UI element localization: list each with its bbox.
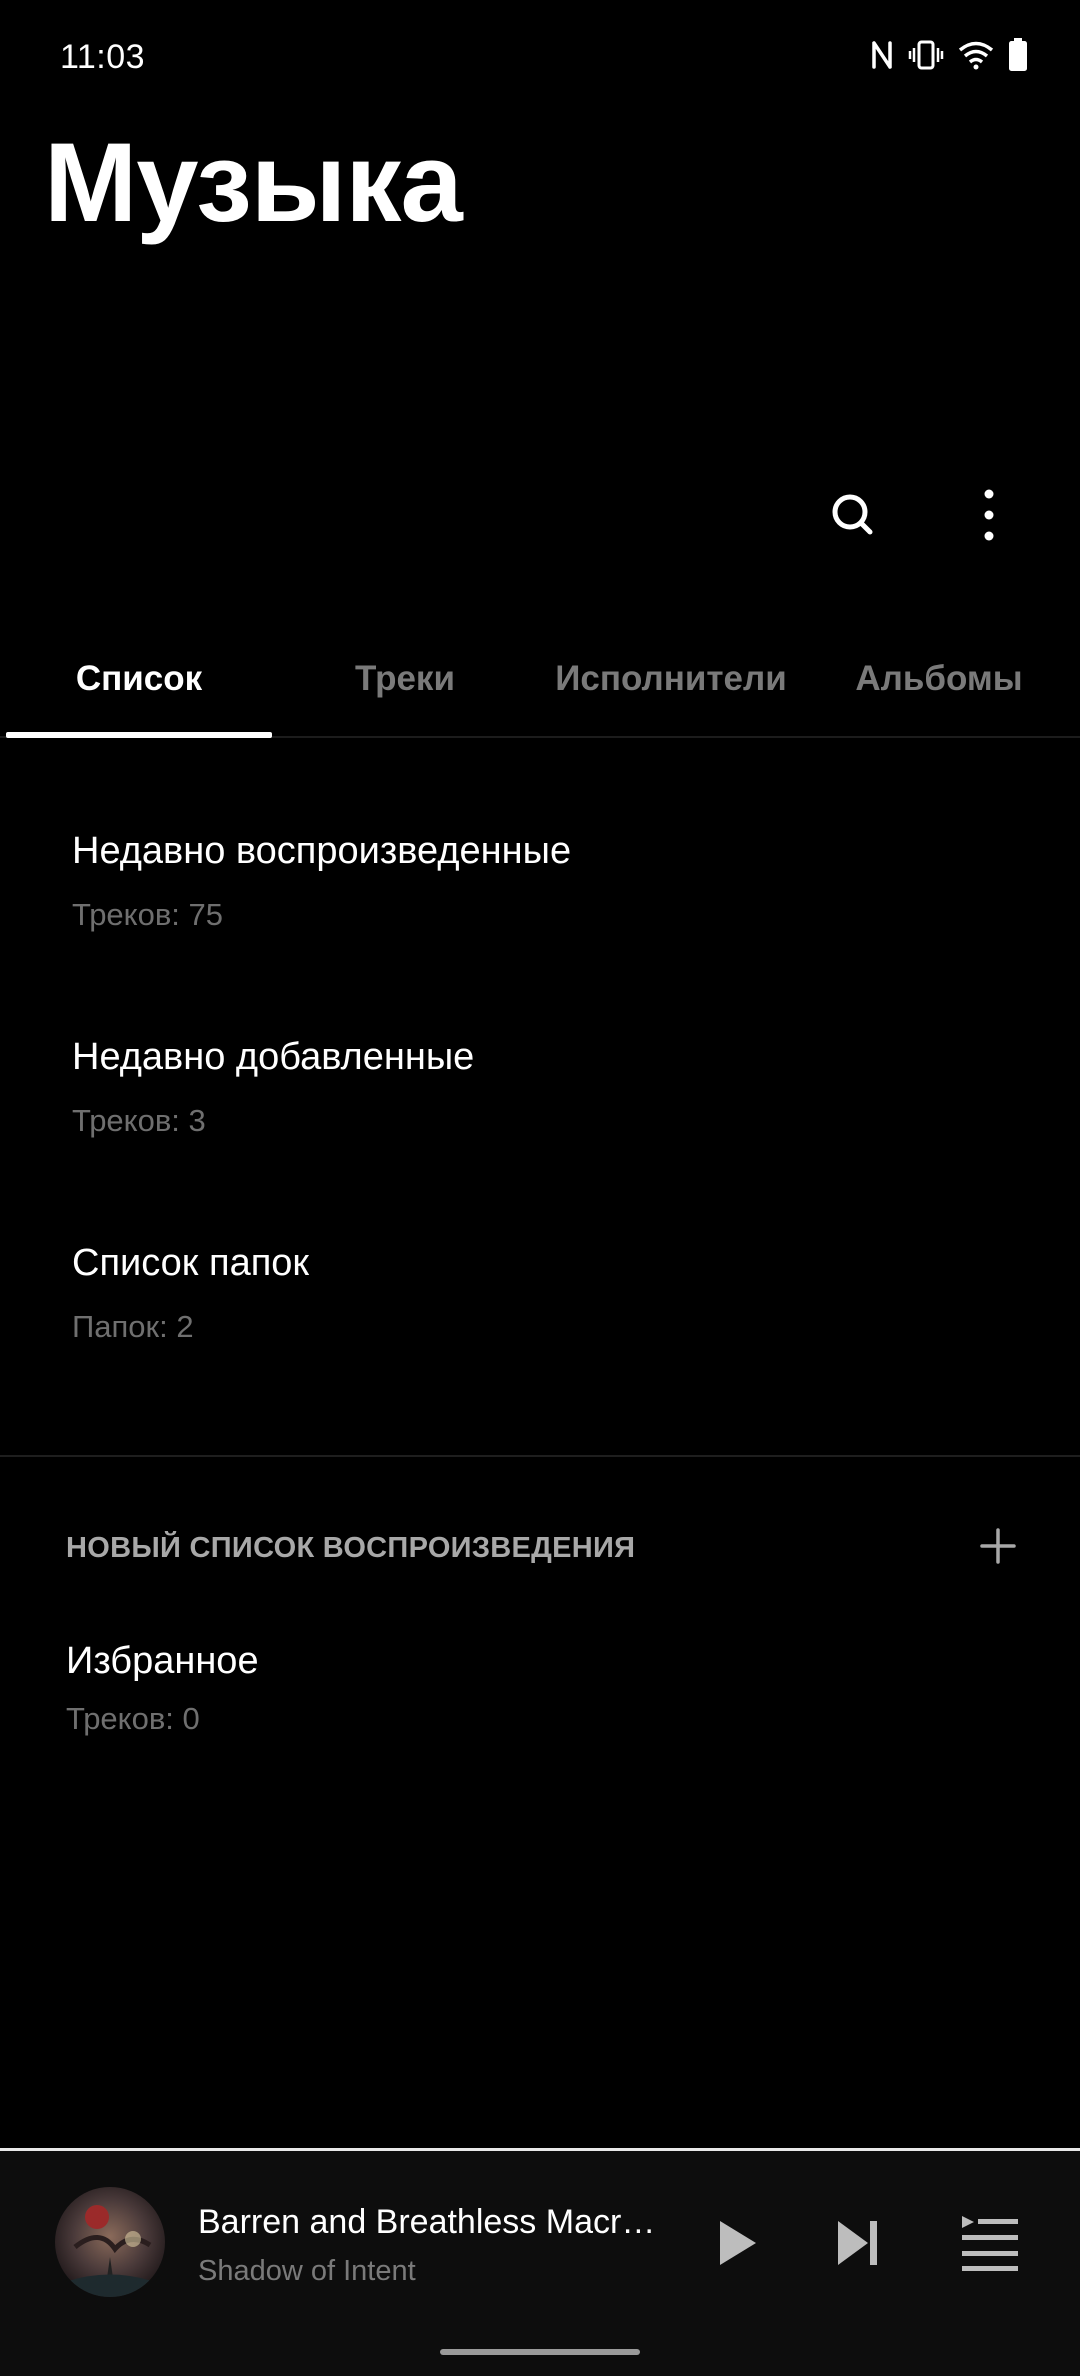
tab-bar: Список Треки Исполнители Альбомы — [0, 620, 1080, 738]
list-item-subtitle: Треков: 0 — [66, 1701, 200, 1736]
track-artist: Shadow of Intent — [198, 2255, 416, 2287]
search-icon — [830, 492, 876, 543]
tab-albums[interactable]: Альбомы — [806, 620, 1072, 738]
play-icon — [717, 2218, 759, 2273]
vibrate-icon — [908, 39, 944, 71]
play-button[interactable] — [698, 2205, 778, 2285]
tab-tracks[interactable]: Треки — [272, 620, 538, 738]
home-indicator[interactable] — [440, 2349, 640, 2355]
search-button[interactable] — [818, 482, 888, 552]
plus-icon — [980, 1527, 1016, 1569]
playlist-item-favorites[interactable]: Избранное Треков: 0 — [66, 1640, 1026, 1737]
mini-player[interactable]: Barren and Breathless Macroc... Shadow o… — [0, 2148, 1080, 2376]
more-vertical-icon — [983, 488, 995, 547]
tab-artists[interactable]: Исполнители — [538, 620, 804, 738]
list-item-recently-played[interactable]: Недавно воспроизведенные Треков: 75 — [72, 830, 1032, 933]
list-item-title: Недавно добавленные — [72, 1036, 475, 1078]
new-playlist-header[interactable]: НОВЫЙ СПИСОК ВОСПРОИЗВЕДЕНИЯ — [66, 1532, 635, 1565]
list-item-title: Избранное — [66, 1640, 259, 1682]
section-divider — [0, 1455, 1080, 1457]
album-cover[interactable] — [55, 2187, 165, 2297]
list-item-title: Список папок — [72, 1242, 310, 1284]
tab-list[interactable]: Список — [6, 620, 272, 738]
skip-next-icon — [835, 2218, 881, 2273]
list-item-title: Недавно воспроизведенные — [72, 830, 572, 872]
battery-icon — [1008, 38, 1028, 72]
queue-icon — [960, 2214, 1020, 2277]
active-tab-indicator — [6, 732, 272, 738]
list-item-subtitle: Треков: 75 — [72, 897, 224, 932]
page-title: Музыка — [44, 120, 463, 245]
list-item-subtitle: Треков: 3 — [72, 1103, 206, 1138]
status-time: 11:03 — [60, 38, 146, 76]
wifi-icon — [958, 40, 994, 70]
skip-next-button[interactable] — [818, 2205, 898, 2285]
queue-button[interactable] — [950, 2205, 1030, 2285]
more-options-button[interactable] — [954, 482, 1024, 552]
list-item-recently-added[interactable]: Недавно добавленные Треков: 3 — [72, 1036, 1032, 1139]
track-title: Barren and Breathless Macroc... — [198, 2203, 668, 2241]
list-item-folders[interactable]: Список папок Папок: 2 — [72, 1242, 1032, 1345]
status-icons — [870, 38, 1028, 72]
list-item-subtitle: Папок: 2 — [72, 1309, 194, 1344]
add-playlist-button[interactable] — [970, 1520, 1026, 1576]
status-bar: 11:03 — [0, 0, 1080, 120]
nfc-icon — [870, 39, 894, 71]
